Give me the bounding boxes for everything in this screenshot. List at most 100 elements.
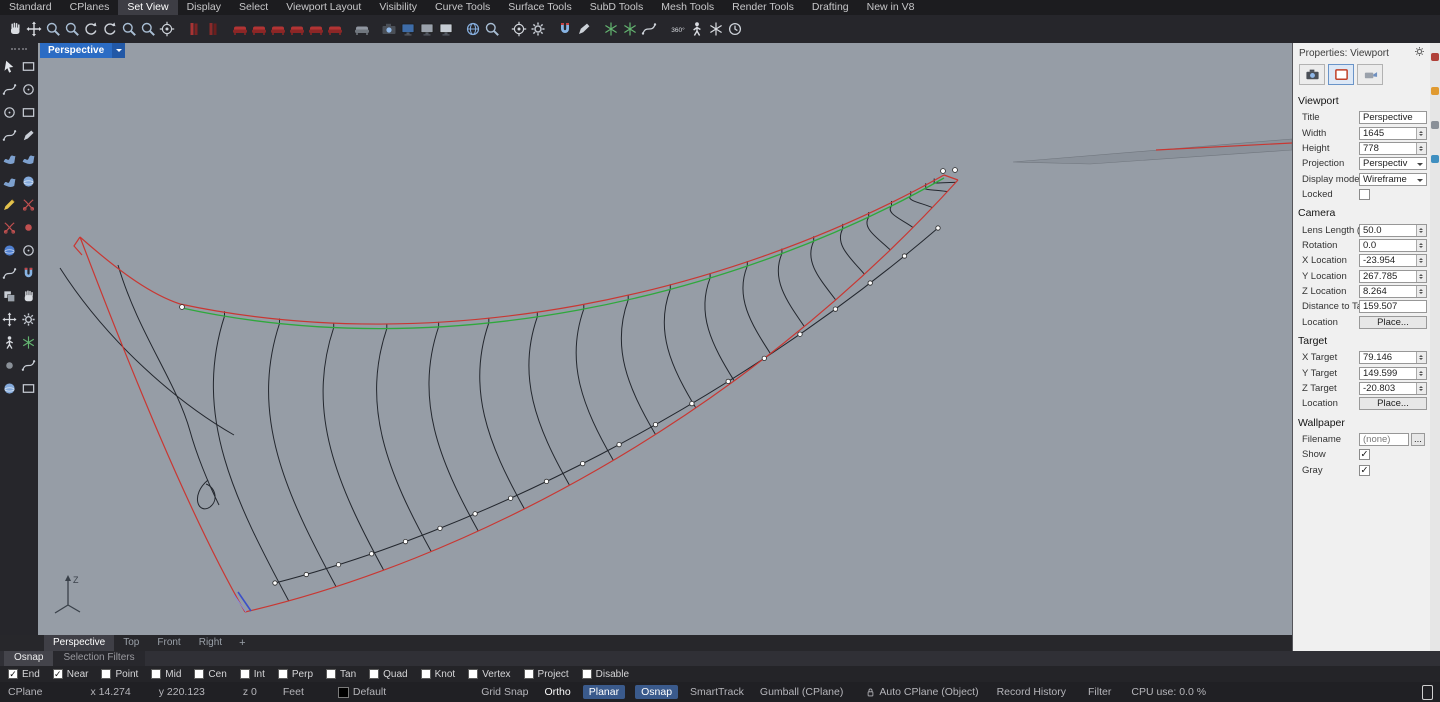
spinner-z-location[interactable] [1416, 286, 1426, 297]
polyline-icon[interactable] [20, 126, 38, 144]
sphere-icon[interactable] [20, 172, 38, 190]
annotate-icon[interactable] [574, 20, 593, 39]
menu-item-surface-tools[interactable]: Surface Tools [499, 0, 580, 15]
status-auto-cplane-object[interactable]: Auto CPlane (Object) [865, 686, 978, 698]
view-right-icon[interactable] [268, 20, 287, 39]
checkbox-cen[interactable] [194, 669, 204, 679]
status-filter[interactable]: Filter [1088, 686, 1111, 698]
trim-icon[interactable] [20, 195, 38, 213]
polygon-icon[interactable] [20, 103, 38, 121]
spinner-rotation[interactable] [1416, 240, 1426, 251]
point-icon[interactable] [20, 218, 38, 236]
checkbox-show[interactable]: ✓ [1359, 449, 1370, 460]
menu-item-drafting[interactable]: Drafting [803, 0, 858, 15]
new-viewport-tab-button[interactable]: + [231, 637, 253, 649]
menu-item-render-tools[interactable]: Render Tools [723, 0, 803, 15]
view-front-icon[interactable] [249, 20, 268, 39]
menu-item-mesh-tools[interactable]: Mesh Tools [652, 0, 723, 15]
spinner-height[interactable] [1416, 143, 1426, 154]
field-height[interactable]: 778 [1359, 142, 1427, 155]
toolbar-grip-handle[interactable] [11, 48, 27, 50]
viewport-tab-front[interactable]: Front [148, 635, 189, 651]
status-record-history[interactable]: Record History [997, 686, 1066, 698]
curve-icon[interactable] [1, 80, 19, 98]
panel-tab-properties-icon[interactable] [1431, 53, 1439, 61]
menu-item-standard[interactable]: Standard [0, 0, 61, 15]
checkbox-near[interactable]: ✓ [53, 669, 63, 679]
object-properties-button[interactable] [1299, 64, 1325, 85]
checkbox-point[interactable] [101, 669, 111, 679]
snap-tool-icon[interactable] [20, 264, 38, 282]
checkbox-gray[interactable]: ✓ [1359, 465, 1370, 476]
view-back-icon[interactable] [287, 20, 306, 39]
turntable-icon[interactable]: 360° [668, 20, 687, 39]
walk-tool-icon[interactable] [1, 333, 19, 351]
field-lens-length[interactable]: 50.0 [1359, 224, 1427, 237]
checkbox-end[interactable]: ✓ [8, 669, 18, 679]
surface-icon[interactable] [1, 149, 19, 167]
tab-selection-filters[interactable]: Selection Filters [53, 651, 144, 666]
interp-curve-icon[interactable] [1, 126, 19, 144]
checkbox-int[interactable] [240, 669, 250, 679]
plane-tool-icon[interactable] [20, 379, 38, 397]
field-y-target[interactable]: 149.599 [1359, 367, 1427, 380]
viewport-tab-right[interactable]: Right [190, 635, 231, 651]
checkbox-locked[interactable] [1359, 189, 1370, 200]
checkbox-tan[interactable] [326, 669, 336, 679]
dot-tool-icon[interactable] [1, 356, 19, 374]
annotate-tool-icon[interactable] [1, 195, 19, 213]
tray-window-icon[interactable] [1422, 685, 1433, 700]
camera-icon[interactable] [379, 20, 398, 39]
split-icon[interactable] [1, 218, 19, 236]
spinner-width[interactable] [1416, 128, 1426, 139]
viewport-layout-icon[interactable] [417, 20, 436, 39]
view-iso-icon[interactable] [352, 20, 371, 39]
menu-item-viewport-layout[interactable]: Viewport Layout [277, 0, 370, 15]
status-planar[interactable]: Planar [583, 685, 625, 699]
menu-item-curve-tools[interactable]: Curve Tools [426, 0, 499, 15]
star-b-icon[interactable] [620, 20, 639, 39]
zoom-selected-icon[interactable] [138, 20, 157, 39]
button-location-1[interactable]: Place... [1359, 316, 1427, 329]
status-osnap[interactable]: Osnap [635, 685, 678, 699]
menu-item-visibility[interactable]: Visibility [370, 0, 426, 15]
viewport-tab-top[interactable]: Top [114, 635, 148, 651]
zoom-window-icon[interactable] [62, 20, 81, 39]
panel-gear-icon[interactable] [1414, 46, 1425, 60]
spinner-y-target[interactable] [1416, 368, 1426, 379]
field-filename[interactable]: (none) [1359, 433, 1409, 446]
button-location-2[interactable]: Place... [1359, 397, 1427, 410]
move-tool-icon[interactable] [1, 310, 19, 328]
pan-view-icon[interactable] [5, 20, 24, 39]
path-curve-icon[interactable] [639, 20, 658, 39]
star-a-icon[interactable] [601, 20, 620, 39]
rebuild-icon[interactable] [20, 356, 38, 374]
checkbox-project[interactable] [524, 669, 534, 679]
panel-tab-help-icon[interactable] [1431, 155, 1439, 163]
loft-icon[interactable] [20, 149, 38, 167]
move-view-icon[interactable] [24, 20, 43, 39]
viewport-settings-icon[interactable] [528, 20, 547, 39]
zoom-dynamic-icon[interactable] [43, 20, 62, 39]
view-top-icon[interactable] [230, 20, 249, 39]
shade-tool-icon[interactable] [1, 379, 19, 397]
dropdown-projection[interactable]: Perspectiv [1359, 157, 1427, 170]
status-ortho[interactable]: Ortho [544, 686, 570, 698]
rotate-camera-icon[interactable] [100, 20, 119, 39]
tab-osnap[interactable]: Osnap [4, 651, 53, 666]
checkbox-mid[interactable] [151, 669, 161, 679]
sun-study-icon[interactable] [725, 20, 744, 39]
status-cplane[interactable]: CPlane [8, 686, 42, 698]
zoom-lens-icon[interactable] [482, 20, 501, 39]
menu-item-new-in-v8[interactable]: New in V8 [858, 0, 924, 15]
named-views-icon[interactable] [184, 20, 203, 39]
field-x-target[interactable]: 79.146 [1359, 351, 1427, 364]
explode-icon[interactable] [20, 333, 38, 351]
zoom-target-icon[interactable] [157, 20, 176, 39]
viewport-display-icon[interactable] [398, 20, 417, 39]
select-icon[interactable] [1, 57, 19, 75]
osnap-magnet-icon[interactable] [555, 20, 574, 39]
field-z-location[interactable]: 8.264 [1359, 285, 1427, 298]
viewport-properties-button[interactable] [1328, 64, 1354, 85]
field-y-location[interactable]: 267.785 [1359, 270, 1427, 283]
